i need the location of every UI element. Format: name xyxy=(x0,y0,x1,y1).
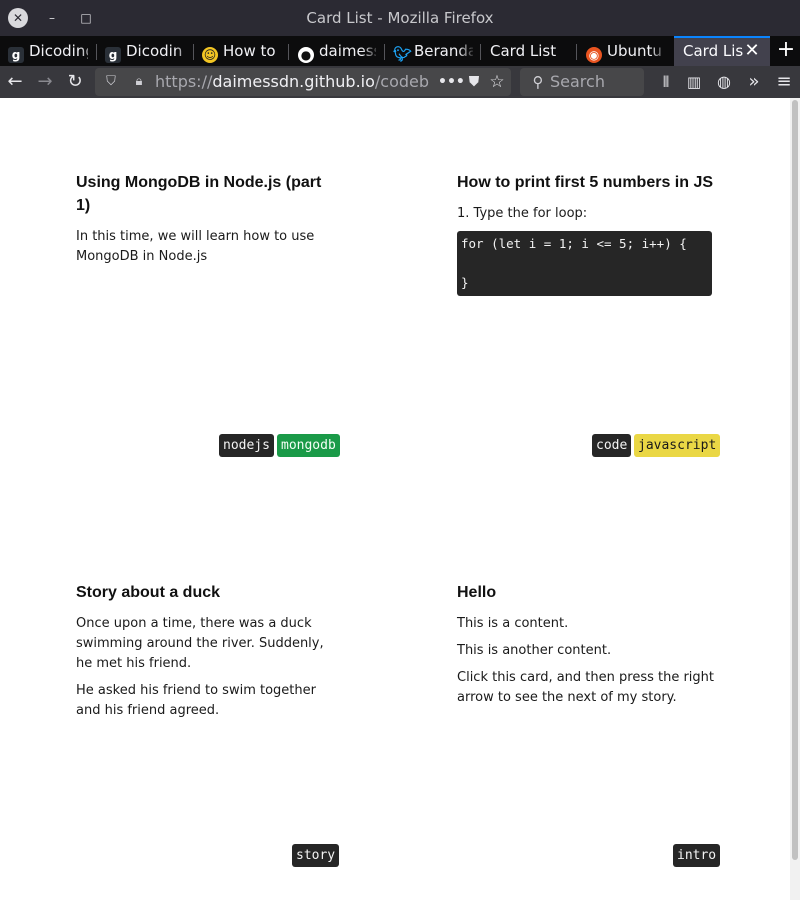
bookmark-star-icon[interactable]: ☆ xyxy=(487,72,507,92)
window-maximize-icon[interactable]: □ xyxy=(76,8,96,28)
tab-separator xyxy=(576,44,577,60)
page-scrollbar[interactable] xyxy=(790,98,800,900)
tab-card-list[interactable]: Card List xyxy=(490,36,574,66)
back-icon[interactable]: ← xyxy=(3,70,27,94)
search-placeholder: Search xyxy=(550,72,605,91)
tab-how-to[interactable]: ☺ How to xyxy=(202,36,278,66)
github-icon: ● xyxy=(298,47,314,63)
reload-icon[interactable]: ↻ xyxy=(63,70,87,94)
url-text[interactable]: https://daimessdn.github.io/codebreak xyxy=(155,68,430,96)
card-paragraph: This is a content. xyxy=(457,616,569,631)
tab-fade xyxy=(362,36,380,66)
code-block: for (let i = 1; i <= 5; i++) { } xyxy=(457,231,712,296)
tag-intro: intro xyxy=(673,844,721,867)
window-close-icon[interactable]: ✕ xyxy=(8,8,28,28)
tag-nodejs: nodejs xyxy=(219,434,274,457)
menu-icon[interactable]: ≡ xyxy=(772,70,796,94)
window-titlebar: ✕ – □ Card List - Mozilla Firefox xyxy=(0,0,800,36)
card-paragraph: Once upon a time, there was a duck swimm… xyxy=(76,616,324,671)
card-title: Using MongoDB in Node.js (part 1) xyxy=(76,174,322,214)
pocket-icon[interactable]: ⛊ xyxy=(464,72,484,92)
card-paragraph: This is another content. xyxy=(457,643,612,658)
url-path: /codebreak xyxy=(374,72,430,91)
url-prefix: https:// xyxy=(155,72,213,91)
tab-label: Card List xyxy=(683,42,743,60)
tab-separator xyxy=(193,44,194,60)
shield-icon[interactable]: ⛉ xyxy=(101,72,121,92)
tab-separator xyxy=(288,44,289,60)
tag-code: code xyxy=(592,434,632,457)
ninja-icon: ☺ xyxy=(202,47,218,63)
card-paragraph: He asked his friend to swim together and… xyxy=(76,683,316,718)
tab-separator xyxy=(480,44,481,60)
url-bar[interactable]: ⛉ 🔒︎ https://daimessdn.github.io/codebre… xyxy=(95,68,511,96)
card-paragraph: 1. Type the for loop: xyxy=(457,206,588,221)
close-tab-icon[interactable]: ✕ xyxy=(740,36,764,66)
window-minimize-icon[interactable]: – xyxy=(42,8,62,28)
card-mongodb[interactable]: Using MongoDB in Node.js (part 1) In thi… xyxy=(76,171,338,274)
page-content: Using MongoDB in Node.js (part 1) In thi… xyxy=(0,98,790,900)
card-duck-story[interactable]: Story about a duck Once upon a time, the… xyxy=(76,581,338,728)
forward-icon[interactable]: → xyxy=(33,70,57,94)
dicoding-icon: g xyxy=(8,47,24,63)
library-icon[interactable]: ⫴ xyxy=(654,70,678,94)
lock-icon[interactable]: 🔒︎ xyxy=(129,72,149,92)
card-paragraph: Click this card, and then press the righ… xyxy=(457,670,715,705)
tab-fade xyxy=(650,36,668,66)
navigation-bar: ← → ↻ ⛉ 🔒︎ https://daimessdn.github.io/c… xyxy=(0,66,800,98)
tab-strip: gDicoding gDicoding ☺How to ●daimess 🐦︎B… xyxy=(0,36,800,66)
tab-fade xyxy=(458,36,476,66)
scrollbar-thumb[interactable] xyxy=(792,100,798,860)
url-host: daimessdn.github.io xyxy=(212,72,375,91)
overflow-chevrons-icon[interactable]: » xyxy=(742,70,766,94)
tab-dicoding-1[interactable]: gDicoding xyxy=(8,36,88,66)
tag-mongodb: mongodb xyxy=(277,434,340,457)
card-duck-story-tags: story xyxy=(292,844,342,867)
tag-story: story xyxy=(292,844,340,867)
tab-dicoding-2[interactable]: gDicoding xyxy=(105,36,183,66)
account-icon[interactable]: ◍ xyxy=(712,70,736,94)
sidebar-icon[interactable]: ▥ xyxy=(682,70,706,94)
card-mongodb-tags: nodejs mongodb xyxy=(219,434,340,457)
tab-label: Card List xyxy=(490,42,557,60)
dicoding-icon: g xyxy=(105,47,121,63)
card-js-loop[interactable]: How to print first 5 numbers in JS 1. Ty… xyxy=(457,171,727,296)
card-paragraph: In this time, we will learn how to use M… xyxy=(76,229,315,264)
tab-separator xyxy=(384,44,385,60)
new-tab-icon[interactable]: + xyxy=(772,36,800,66)
tab-label: How to xyxy=(223,42,276,60)
card-title: Hello xyxy=(457,584,497,601)
search-icon: ⚲ xyxy=(532,73,544,91)
tab-separator xyxy=(96,44,97,60)
card-hello[interactable]: Hello This is a content. This is another… xyxy=(457,581,719,715)
ubuntu-icon: ◉ xyxy=(586,47,602,63)
window-title: Card List - Mozilla Firefox xyxy=(306,9,494,27)
card-title: How to print first 5 numbers in JS xyxy=(457,174,714,191)
card-title: Story about a duck xyxy=(76,584,221,601)
tag-javascript: javascript xyxy=(634,434,721,457)
page-actions-icon[interactable]: ••• xyxy=(438,72,465,92)
search-input[interactable]: ⚲ Search xyxy=(520,68,644,96)
card-hello-tags: intro xyxy=(673,844,723,867)
card-js-loop-tags: code javascript xyxy=(592,434,722,457)
twitter-icon: 🐦︎ xyxy=(393,45,413,63)
tab-fade xyxy=(175,36,193,66)
